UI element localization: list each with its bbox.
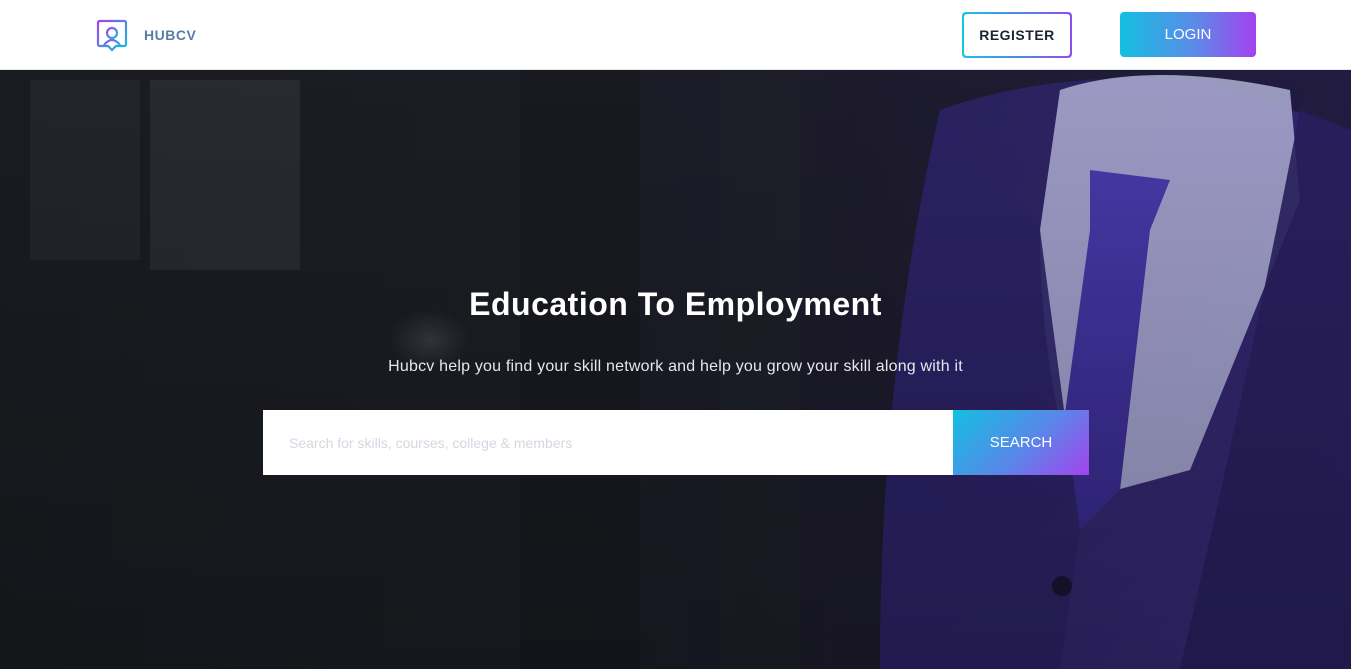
brand[interactable]: HUBCV xyxy=(96,18,196,52)
hero-subtitle: Hubcv help you find your skill network a… xyxy=(388,358,963,375)
hero-title: Education To Employment xyxy=(469,286,882,322)
hubcv-logo-icon xyxy=(96,19,128,52)
search-input[interactable] xyxy=(263,410,953,475)
register-button[interactable]: REGISTER xyxy=(962,12,1072,58)
brand-name: HUBCV xyxy=(144,27,197,43)
login-button[interactable]: LOGIN xyxy=(1120,12,1256,57)
search-button[interactable]: SEARCH xyxy=(953,410,1089,475)
register-button-label: REGISTER xyxy=(964,14,1070,56)
hero-section: Education To Employment Hubcv help you f… xyxy=(0,70,1351,669)
search-bar: SEARCH xyxy=(263,410,1089,475)
top-navbar: HUBCV REGISTER LOGIN xyxy=(0,0,1351,70)
